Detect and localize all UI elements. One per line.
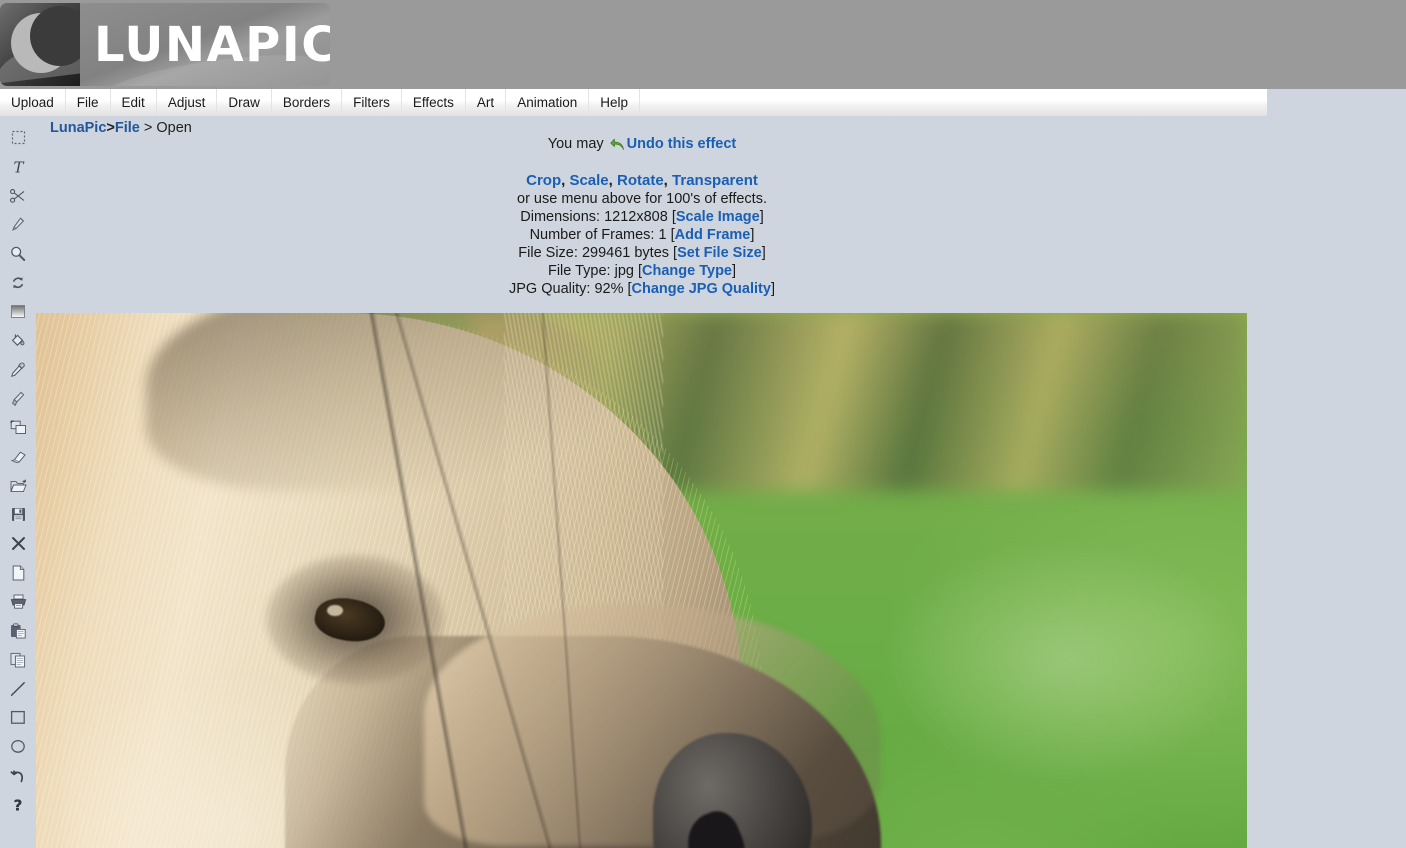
svg-text:T: T [13,159,24,175]
help-question-icon[interactable]: ?? [3,792,33,817]
menu-art[interactable]: Art [466,89,507,116]
file-size-label: File Size: [518,245,578,261]
menu-filters[interactable]: Filters [342,89,402,116]
rotate-link[interactable]: Rotate [617,172,664,189]
breadcrumb-sep-2: > [143,120,153,136]
menu-help[interactable]: Help [589,89,640,116]
left-toolbar: T ? ? [0,117,36,848]
menu-adjust[interactable]: Adjust [157,89,218,116]
rectangular-select-icon[interactable] [3,125,33,150]
set-file-size-link[interactable]: Set File Size [677,245,762,261]
copy-icon[interactable] [3,647,33,672]
paste-icon[interactable] [3,618,33,643]
menu-file[interactable]: File [66,89,111,116]
file-type-label: File Type: [547,263,611,279]
logo-wordmark: LUNAPIC [94,16,330,73]
breadcrumb-root[interactable]: LunaPic [50,120,106,136]
image-info-panel: You may Undo this effect Crop, Scale, Ro… [36,135,1248,298]
file-type-value: jpg [614,263,634,279]
file-type-row: File Type: jpg [Change Type] [547,263,737,279]
rectangle-tool-icon[interactable] [3,705,33,730]
menu-borders[interactable]: Borders [272,89,343,116]
dimensions-label: Dimensions: [520,209,601,225]
lunapic-logo[interactable]: LUNAPIC [0,3,330,86]
logo-wordmark-box: LUNAPIC [80,3,330,86]
close-x-icon[interactable] [3,531,33,556]
line-tool-icon[interactable] [3,676,33,701]
gradient-icon[interactable] [3,299,33,324]
header-banner: LUNAPIC [0,0,1406,89]
dog-head [36,313,981,848]
menu-effects[interactable]: Effects [402,89,466,116]
paint-bucket-icon[interactable] [3,328,33,353]
text-tool-icon[interactable]: T [3,154,33,179]
breadcrumb-current: Open [156,120,192,136]
scale-link[interactable]: Scale [569,172,608,189]
quick-operations-row: Crop, Scale, Rotate, Transparent [526,172,758,189]
breadcrumb: LunaPic>File > Open [50,120,192,136]
change-type-link[interactable]: Change Type [642,263,732,279]
main-content: LunaPic>File > Open You may Undo this ef… [36,117,1406,848]
scale-image-link[interactable]: Scale Image [676,209,760,225]
undo-this-effect-link[interactable]: Undo this effect [627,136,737,152]
paintbrush-icon[interactable] [3,386,33,411]
crop-link[interactable]: Crop [526,172,561,189]
undo-prefix-text: You may [547,136,604,152]
menubar-filler [640,89,1267,116]
new-file-icon[interactable] [3,560,33,585]
jpg-quality-label: JPG Quality: [509,281,591,297]
image-canvas[interactable] [36,313,1247,848]
scissors-icon[interactable] [3,183,33,208]
breadcrumb-section[interactable]: File [115,120,140,136]
frames-row: Number of Frames: 1 [Add Frame] [529,227,755,243]
dimensions-row: Dimensions: 1212x808 [Scale Image] [520,209,764,225]
transparent-link[interactable]: Transparent [672,172,758,189]
frames-label: Number of Frames: [529,227,655,243]
undo-line: You may Undo this effect [36,135,1248,156]
jpg-quality-row: JPG Quality: 92% [Change JPG Quality] [509,281,775,297]
undo-tool-icon[interactable] [3,763,33,788]
svg-text:?: ? [14,797,23,813]
ellipse-tool-icon[interactable] [3,734,33,759]
pencil-icon[interactable] [3,212,33,237]
menu-edit[interactable]: Edit [111,89,157,116]
save-icon[interactable] [3,502,33,527]
menu-hint-text: or use menu above for 100's of effects. [517,191,767,207]
rotate-icon[interactable] [3,270,33,295]
menu-upload[interactable]: Upload [0,89,66,116]
main-menubar: Upload File Edit Adjust Draw Borders Fil… [0,89,1267,117]
dog-photograph[interactable] [36,313,1247,848]
menu-animation[interactable]: Animation [506,89,590,116]
dimensions-value: 1212x808 [604,209,668,225]
crescent-moon-icon [0,3,80,86]
eraser-icon[interactable] [3,444,33,469]
frames-value: 1 [658,227,667,243]
jpg-quality-value: 92% [594,281,624,297]
breadcrumb-sep-1: > [106,120,115,136]
undo-arrow-icon[interactable] [610,138,625,156]
transform-icon[interactable] [3,415,33,440]
printer-icon[interactable] [3,589,33,614]
file-size-row: File Size: 299461 bytes [Set File Size] [518,245,766,261]
file-size-value: 299461 bytes [581,245,670,261]
magnifier-icon[interactable] [3,241,33,266]
menu-draw[interactable]: Draw [217,89,272,116]
change-jpg-quality-link[interactable]: Change JPG Quality [632,281,771,297]
add-frame-link[interactable]: Add Frame [675,227,751,243]
open-folder-icon[interactable] [3,473,33,498]
eyedropper-icon[interactable] [3,357,33,382]
